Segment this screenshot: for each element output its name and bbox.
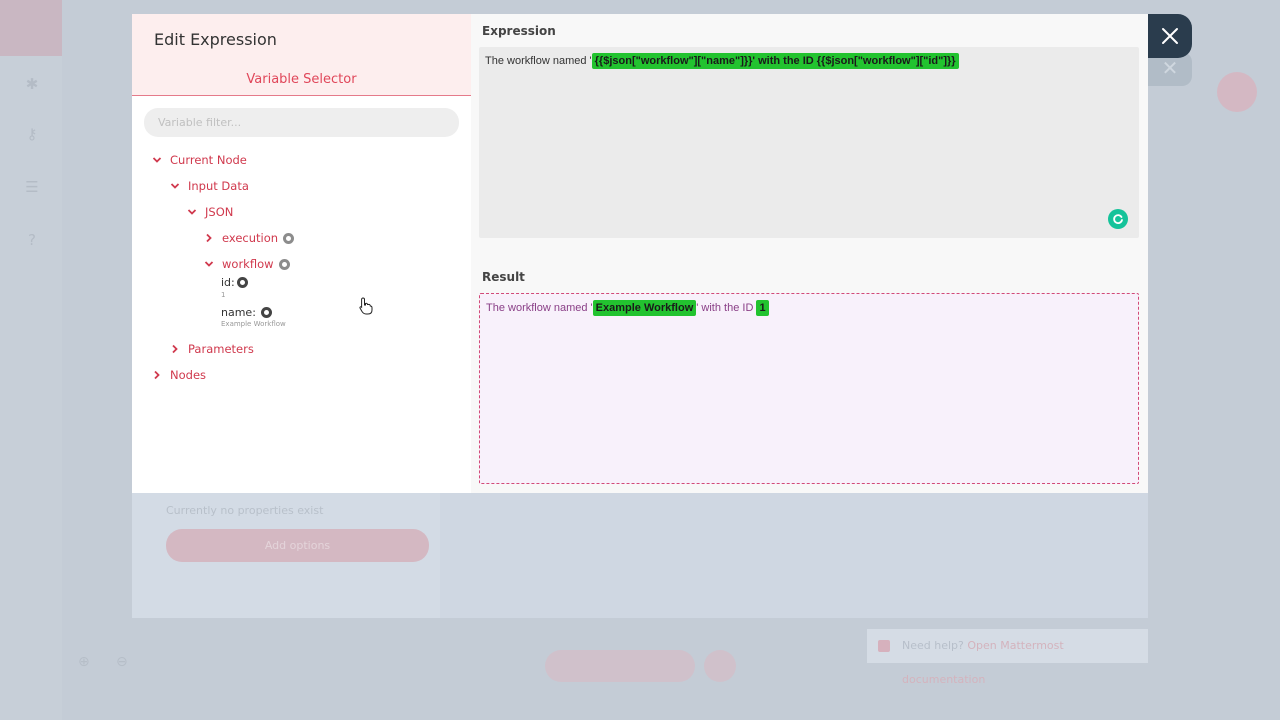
background-add-options-button: Add options: [166, 529, 429, 562]
result-prefix: The workflow named ': [486, 302, 593, 314]
background-list-icon: ☰: [25, 178, 39, 196]
background-nodes-icon: ✱: [25, 75, 39, 93]
dialog-title: Edit Expression: [154, 30, 277, 49]
tree-leaf-id-value: 1: [221, 291, 226, 299]
add-variable-icon[interactable]: [260, 307, 272, 318]
tree-item-parameters[interactable]: Parameters: [170, 342, 254, 356]
tree-item-execution[interactable]: execution: [204, 231, 295, 245]
chevron-down-icon: [187, 209, 197, 215]
background-save-button: [1217, 72, 1257, 112]
tree-item-nodes[interactable]: Nodes: [152, 368, 206, 382]
chevron-right-icon: [206, 233, 212, 243]
tree-label: Nodes: [170, 368, 207, 382]
tree-label: Parameters: [188, 342, 254, 356]
tree-label: Current Node: [170, 153, 247, 167]
result-middle: ' with the ID: [696, 302, 754, 314]
background-help-bar: Need help? Open Mattermost documentation: [867, 629, 1148, 686]
variable-filter-input[interactable]: [144, 108, 459, 137]
expression-highlight: {{$json["workflow"]["name"]}}' with the …: [591, 53, 959, 69]
background-trash-button: [704, 650, 736, 682]
expression-prefix: The workflow named ': [485, 55, 592, 67]
tree-leaf-id[interactable]: id:: [221, 276, 248, 289]
variable-selector-title: Variable Selector: [246, 72, 357, 87]
background-zoom-out-icon: ⊖: [116, 654, 128, 670]
result-id-highlight: 1: [756, 300, 769, 316]
close-button[interactable]: [1148, 14, 1192, 58]
chevron-down-icon: [170, 183, 180, 189]
add-variable-icon[interactable]: [278, 258, 290, 270]
left-header: Edit Expression Variable Selector: [132, 14, 471, 96]
background-help-icon: ?: [28, 231, 36, 249]
result-name-highlight: Example Workflow: [592, 300, 697, 316]
expression-editor[interactable]: The workflow named ' {{$json["workflow"][…: [479, 47, 1139, 238]
help-question-icon: [878, 640, 890, 652]
background-key-icon: ⚷: [26, 125, 38, 143]
hand-cursor-icon: [359, 297, 373, 315]
background-logo: [0, 0, 62, 56]
background-zoom-in-icon: ⊕: [78, 654, 90, 670]
variable-selector-pane: Edit Expression Variable Selector Curren…: [132, 14, 471, 493]
add-variable-icon[interactable]: [236, 277, 248, 288]
edit-expression-dialog: Edit Expression Variable Selector Curren…: [132, 14, 1148, 493]
tree-label: JSON: [205, 205, 234, 219]
result-label: Result: [482, 270, 525, 284]
tree-label: Input Data: [188, 179, 249, 193]
leaf-label: name:: [221, 306, 256, 319]
tree-item-current-node[interactable]: Current Node: [152, 153, 247, 167]
chevron-right-icon: [172, 344, 178, 354]
leaf-label: id:: [221, 276, 235, 289]
tree-label: execution: [222, 231, 279, 245]
expression-label: Expression: [482, 24, 556, 38]
chevron-down-icon: [152, 157, 162, 163]
tree-label: workflow: [222, 257, 274, 271]
tree-item-workflow[interactable]: workflow: [204, 257, 290, 271]
background-no-properties: Currently no properties exist: [166, 504, 324, 517]
grammarly-icon[interactable]: [1108, 209, 1128, 229]
tree-item-json[interactable]: JSON: [187, 205, 233, 219]
add-variable-icon[interactable]: [283, 232, 295, 244]
tree-item-input-data[interactable]: Input Data: [170, 179, 249, 193]
chevron-down-icon: [204, 261, 214, 267]
result-output: The workflow named ' Example Workflow ' wi…: [479, 293, 1139, 484]
expression-pane: Expression The workflow named ' {{$json["…: [471, 14, 1148, 493]
tree-leaf-name-value: Example Workflow: [221, 320, 286, 328]
help-text: Need help?: [902, 639, 964, 652]
background-execute-button: [545, 650, 695, 682]
tree-leaf-name[interactable]: name:: [221, 306, 272, 319]
chevron-right-icon: [154, 370, 160, 380]
close-icon: [1162, 28, 1178, 44]
background-sidebar: [0, 0, 62, 720]
